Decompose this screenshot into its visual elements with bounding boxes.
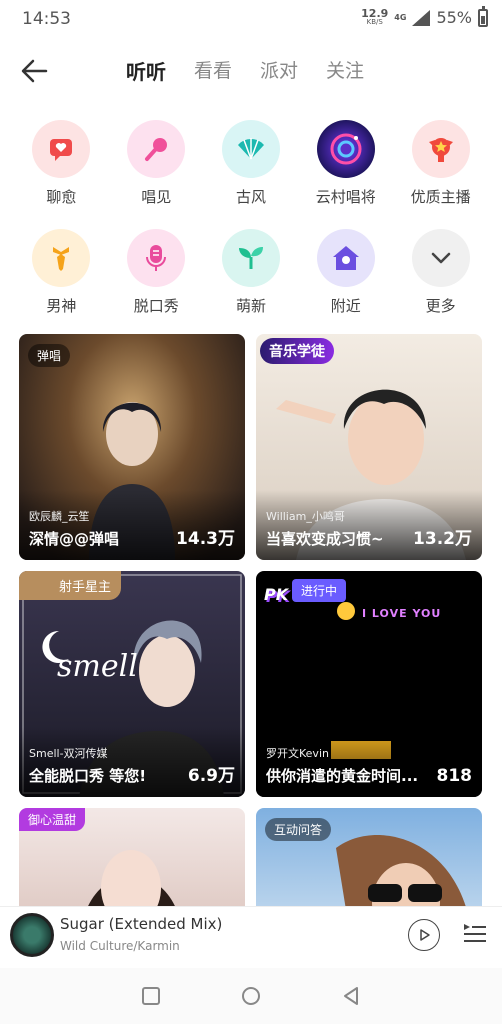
album-art[interactable] bbox=[10, 913, 54, 957]
room-card[interactable]: PK 进行中 I LOVE YOU 罗开文Kevin 供你消遣的黄金时间... … bbox=[256, 571, 482, 797]
category-healing[interactable]: 聊愈 bbox=[14, 120, 109, 207]
room-card[interactable]: 音乐学徒 William_小鸣哥 当喜欢变成习惯~ 13.2万 bbox=[256, 334, 482, 560]
tab-party[interactable]: 派对 bbox=[260, 56, 298, 85]
song-title: Sugar (Extended Mix) bbox=[60, 915, 223, 933]
category-icon-bg bbox=[221, 120, 280, 178]
home-icon[interactable] bbox=[240, 985, 262, 1007]
category-label: 优质主播 bbox=[410, 188, 471, 206]
recent-apps-icon[interactable] bbox=[140, 985, 162, 1007]
category-male-god[interactable]: 男神 bbox=[14, 229, 109, 316]
category-label: 男神 bbox=[46, 297, 77, 315]
card-tag: 互动问答 bbox=[265, 818, 332, 841]
mic-talk-icon bbox=[146, 245, 167, 271]
category-icon-bg bbox=[32, 120, 91, 178]
tab-watch[interactable]: 看看 bbox=[194, 56, 232, 85]
tab-listen[interactable]: 听听 bbox=[126, 56, 166, 85]
category-icon-bg bbox=[316, 120, 375, 178]
battery-percent: 55% bbox=[436, 8, 472, 27]
category-singer[interactable]: 唱见 bbox=[109, 120, 204, 207]
card-host: 欧辰麟_云笙 bbox=[29, 510, 90, 523]
playlist-icon[interactable] bbox=[462, 921, 488, 947]
category-icon-bg bbox=[32, 229, 91, 287]
category-nearby[interactable]: 附近 bbox=[298, 229, 393, 316]
network-speed: 12.9 KB/S bbox=[361, 6, 389, 27]
category-icon-bg bbox=[411, 229, 470, 287]
category-icon-bg bbox=[411, 120, 470, 178]
speed-value: 12.9 bbox=[361, 6, 389, 20]
mini-player[interactable]: Sugar (Extended Mix) Wild Culture/Karmin bbox=[0, 906, 502, 968]
tab-follow[interactable]: 关注 bbox=[326, 56, 364, 85]
status-time: 14:53 bbox=[22, 9, 71, 29]
card-listeners: 13.2万 bbox=[413, 529, 472, 549]
category-icon-bg bbox=[221, 229, 280, 287]
card-listeners: 14.3万 bbox=[176, 529, 235, 549]
tie-icon bbox=[53, 247, 70, 271]
header: 听听 看看 派对 关注 bbox=[0, 48, 502, 94]
microphone-icon bbox=[145, 138, 168, 161]
category-label: 更多 bbox=[425, 297, 456, 315]
card-tag: 射手星主 bbox=[19, 571, 122, 600]
play-button[interactable] bbox=[408, 919, 440, 951]
fan-icon bbox=[237, 138, 264, 160]
card-tag: 御心温甜 bbox=[19, 808, 86, 831]
status-icons: 12.9 KB/S 4G 55% bbox=[361, 5, 488, 27]
network-type: 4G bbox=[394, 12, 407, 22]
system-nav-bar bbox=[0, 968, 502, 1024]
location-home-icon bbox=[332, 246, 359, 270]
card-host: 罗开文Kevin bbox=[266, 747, 329, 760]
category-newcomer[interactable]: 萌新 bbox=[204, 229, 299, 316]
room-card[interactable]: 弹唱 欧辰麟_云笙 深情@@弹唱 14.3万 bbox=[19, 334, 245, 560]
status-bar: 14:53 12.9 KB/S 4G 55% bbox=[0, 0, 502, 38]
card-title: 全能脱口秀 等您! bbox=[29, 767, 147, 785]
category-talk-show[interactable]: 脱口秀 bbox=[109, 229, 204, 316]
card-host: Smell-双河传媒 bbox=[29, 747, 108, 760]
card-title: 当喜欢变成习惯~ bbox=[266, 530, 384, 548]
category-label: 附近 bbox=[330, 297, 361, 315]
category-icon-bg bbox=[316, 229, 375, 287]
category-cloud-village-singer[interactable]: 云村唱将 bbox=[298, 120, 393, 207]
category-icon-bg bbox=[127, 229, 186, 287]
sprout-icon bbox=[238, 247, 263, 269]
room-card[interactable]: 射手星主 smell Smell-双河传媒 全能脱口秀 等您! 6.9万 bbox=[19, 571, 245, 797]
i-love-you-text: I LOVE YOU bbox=[362, 607, 442, 620]
category-quality-host[interactable]: 优质主播 bbox=[393, 120, 488, 207]
network-label: 4G bbox=[394, 12, 407, 22]
card-listeners: 6.9万 bbox=[187, 766, 235, 786]
cloud-village-icon bbox=[330, 133, 362, 165]
card-title: 深情@@弹唱 bbox=[29, 530, 120, 548]
card-smell-text: smell bbox=[57, 649, 138, 684]
signal-icon bbox=[412, 9, 431, 26]
top-tabs: 听听 看看 派对 关注 bbox=[126, 56, 364, 85]
category-grid: 聊愈 唱见 古风 云村唱将 优质主播 男神 脱口秀 萌新 附近 更多 bbox=[14, 120, 488, 316]
speed-unit: KB/S bbox=[366, 17, 383, 26]
category-label: 云村唱将 bbox=[315, 188, 376, 206]
pk-badge: PK bbox=[264, 585, 289, 604]
card-listeners: 818 bbox=[436, 766, 473, 786]
card-tag: 音乐学徒 bbox=[260, 338, 334, 364]
play-icon bbox=[420, 929, 430, 941]
card-gradient bbox=[256, 727, 482, 797]
category-label: 唱见 bbox=[141, 188, 172, 206]
category-more[interactable]: 更多 bbox=[393, 229, 488, 316]
back-nav-icon[interactable] bbox=[340, 985, 362, 1007]
category-label: 脱口秀 bbox=[133, 297, 179, 315]
category-label: 聊愈 bbox=[46, 188, 77, 206]
back-arrow-icon[interactable] bbox=[18, 56, 52, 86]
category-icon-bg bbox=[127, 120, 186, 178]
card-tag: 弹唱 bbox=[28, 344, 71, 367]
star-badge-icon bbox=[428, 138, 453, 162]
category-label: 古风 bbox=[235, 188, 266, 206]
song-artist: Wild Culture/Karmin bbox=[60, 939, 180, 953]
heart-chat-icon bbox=[50, 139, 73, 161]
category-label: 萌新 bbox=[235, 297, 266, 315]
card-tag: 进行中 bbox=[292, 579, 347, 602]
card-host: William_小鸣哥 bbox=[266, 510, 345, 523]
card-title: 供你消遣的黄金时间... bbox=[266, 767, 419, 785]
category-ancient-style[interactable]: 古风 bbox=[204, 120, 299, 207]
battery-icon bbox=[478, 5, 488, 27]
chevron-down-icon bbox=[431, 252, 450, 264]
